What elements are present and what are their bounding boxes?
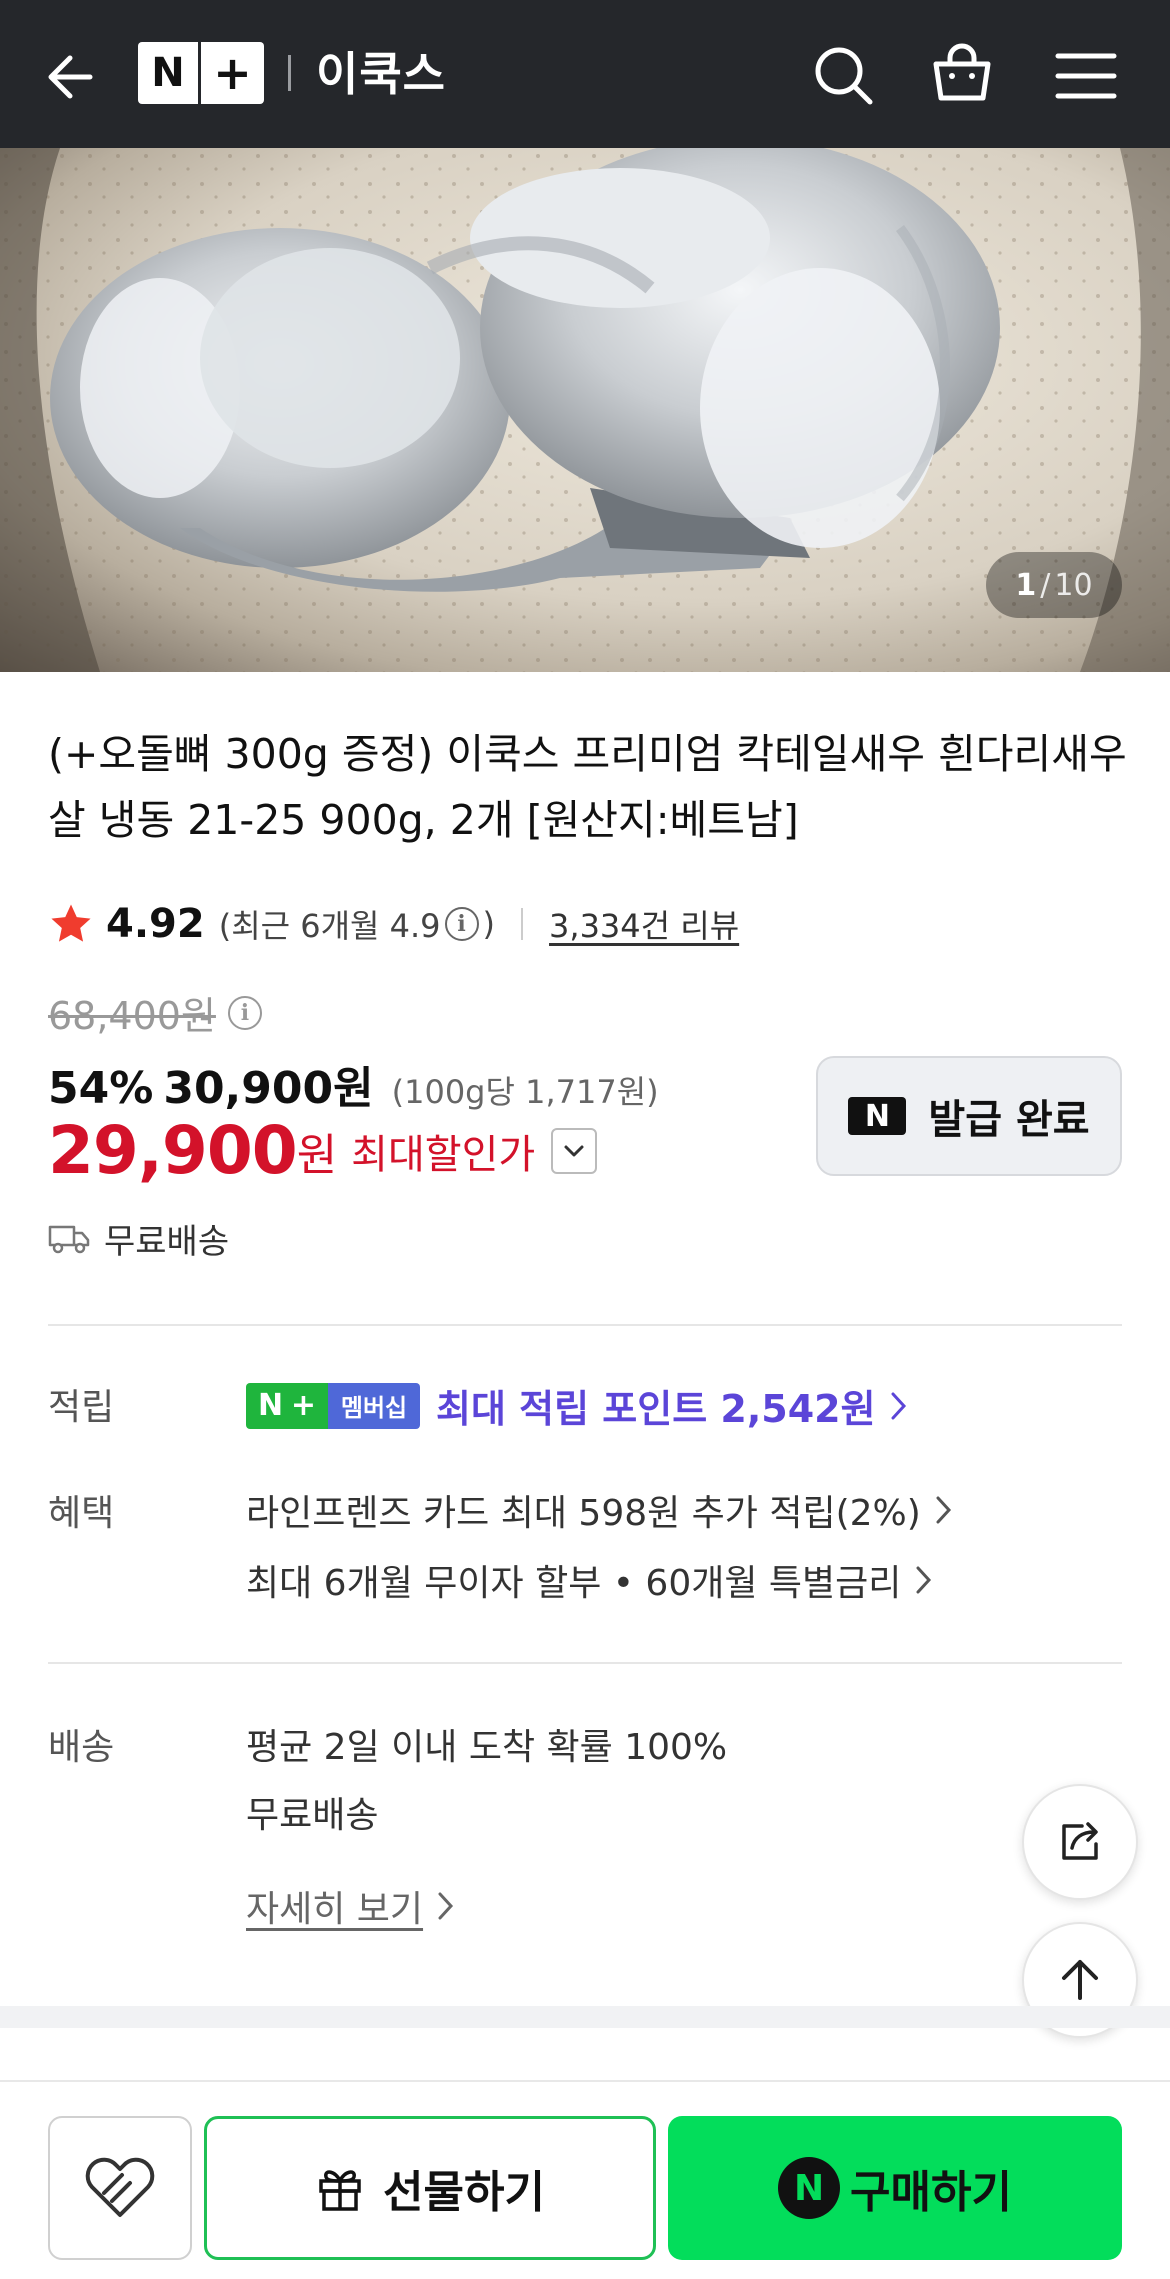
rating-row: 4.92 (최근 6개월 4.9 i ) 3,334건 리뷰 (48, 896, 739, 952)
logo-n: N (138, 42, 201, 104)
arrow-up-icon (1062, 1960, 1098, 2000)
logo-divider (288, 55, 291, 91)
buy-button[interactable]: N 구매하기 (668, 2116, 1122, 2260)
product-title: (+오돌뼈 300g 증정) 이쿡스 프리미엄 칵테일새우 흰다리새우살 냉동 … (48, 730, 1127, 844)
store-name[interactable]: 이쿡스 (316, 38, 446, 104)
detail-link-text: 자세히 보기 (246, 1889, 424, 1930)
chevron-right-icon (936, 1496, 951, 1524)
chevron-down-icon[interactable] (551, 1127, 598, 1174)
benefits-label: 혜택 (48, 1493, 115, 1534)
delivery-arrival: 평균 2일 이내 도착 확률 100% (246, 1727, 728, 1768)
bottom-action-bar: 선물하기 N 구매하기 (0, 2080, 1170, 2279)
price-info-icon[interactable]: i (227, 995, 262, 1030)
delivery-detail-link[interactable]: 자세히 보기 (246, 1880, 457, 1932)
membership-plus: + (290, 1388, 317, 1423)
divider (48, 1324, 1122, 1326)
wishlist-button[interactable] (48, 2116, 192, 2260)
coupon-issued-button[interactable]: N 발급 완료 (816, 1056, 1122, 1176)
points-row[interactable]: N + 멤버십 최대 적립 포인트 2,542원 (246, 1378, 910, 1433)
rating-divider (521, 908, 524, 940)
share-button[interactable] (1022, 1784, 1138, 1900)
image-counter-current: 1 (1015, 567, 1037, 603)
rating-score: 4.92 (106, 901, 205, 947)
discount-percent: 54% (48, 1063, 154, 1114)
heart-icon (85, 2157, 155, 2217)
max-points-text: 최대 적립 포인트 2,542원 (436, 1387, 876, 1431)
unit-price: (100g당 1,717원) (391, 1073, 659, 1111)
free-shipping-row: 무료배송 (48, 1214, 229, 1263)
free-shipping-text: 무료배송 (104, 1222, 230, 1262)
gift-label: 선물하기 (383, 2167, 545, 2218)
image-counter-separator: / (1040, 567, 1051, 603)
naver-pay-icon: N (778, 2157, 841, 2219)
points-label: 적립 (48, 1387, 115, 1428)
chevron-right-icon (916, 1566, 932, 1594)
naver-coupon-icon: N (848, 1097, 907, 1135)
divider (48, 1662, 1122, 1664)
chevron-right-icon (891, 1392, 906, 1419)
membership-text: 멤버십 (328, 1382, 420, 1429)
delivery-label: 배송 (48, 1727, 115, 1768)
product-page: N + 이쿡스 1 / 10 (+오돌뼈 300g 증정) 이쿡스 프리미엄 칵… (0, 0, 1170, 2279)
image-counter-total: 10 (1054, 567, 1093, 603)
naver-membership-badge: N + 멤버십 (246, 1382, 420, 1429)
installment-text: 최대 6개월 무이자 할부 • 60개월 특별금리 (246, 1563, 902, 1604)
naver-plus-logo[interactable]: N + (138, 42, 264, 104)
back-arrow-icon[interactable] (40, 45, 104, 109)
delivery-fee: 무료배송 (246, 1795, 379, 1836)
recent-rating-prefix: (최근 6개월 4.9 (218, 907, 441, 945)
card-benefit-row[interactable]: 라인프렌즈 카드 최대 598원 추가 적립(2%) (246, 1484, 955, 1536)
chevron-right-icon (438, 1892, 454, 1920)
original-price-row: 68,400원 i (48, 985, 266, 1040)
card-benefit-text: 라인프렌즈 카드 최대 598원 추가 적립(2%) (246, 1493, 921, 1534)
image-counter: 1 / 10 (986, 552, 1122, 618)
section-separator (0, 2006, 1170, 2028)
original-price: 68,400원 (48, 994, 216, 1038)
top-header: N + 이쿡스 (0, 0, 1170, 148)
coupon-label: 발급 완료 (928, 1097, 1090, 1143)
final-price-won: 원 (296, 1129, 338, 1181)
info-icon[interactable]: i (444, 907, 479, 941)
max-discount-label: 최대할인가 (351, 1131, 536, 1178)
truck-icon (48, 1225, 90, 1253)
review-count-link[interactable]: 3,334건 리뷰 (549, 901, 739, 947)
shopping-bag-icon[interactable] (926, 38, 998, 110)
sale-price-row: 54% 30,900원 (100g당 1,717원) (48, 1052, 659, 1116)
menu-icon[interactable] (1050, 40, 1122, 112)
final-price: 29,900 (48, 1112, 298, 1189)
gift-button[interactable]: 선물하기 (204, 2116, 656, 2260)
sale-price: 30,900원 (163, 1063, 374, 1114)
gift-icon (319, 2170, 361, 2211)
membership-n: N (257, 1388, 284, 1423)
final-price-row: 29,900 원 최대할인가 (48, 1112, 598, 1189)
search-icon[interactable] (808, 40, 880, 112)
logo-plus: + (213, 46, 252, 100)
recent-rating-suffix: ) (482, 905, 496, 943)
share-icon (1062, 1822, 1098, 1860)
star-icon (51, 904, 91, 942)
buy-label: 구매하기 (850, 2167, 1012, 2218)
installment-row[interactable]: 최대 6개월 무이자 할부 • 60개월 특별금리 (246, 1554, 935, 1606)
